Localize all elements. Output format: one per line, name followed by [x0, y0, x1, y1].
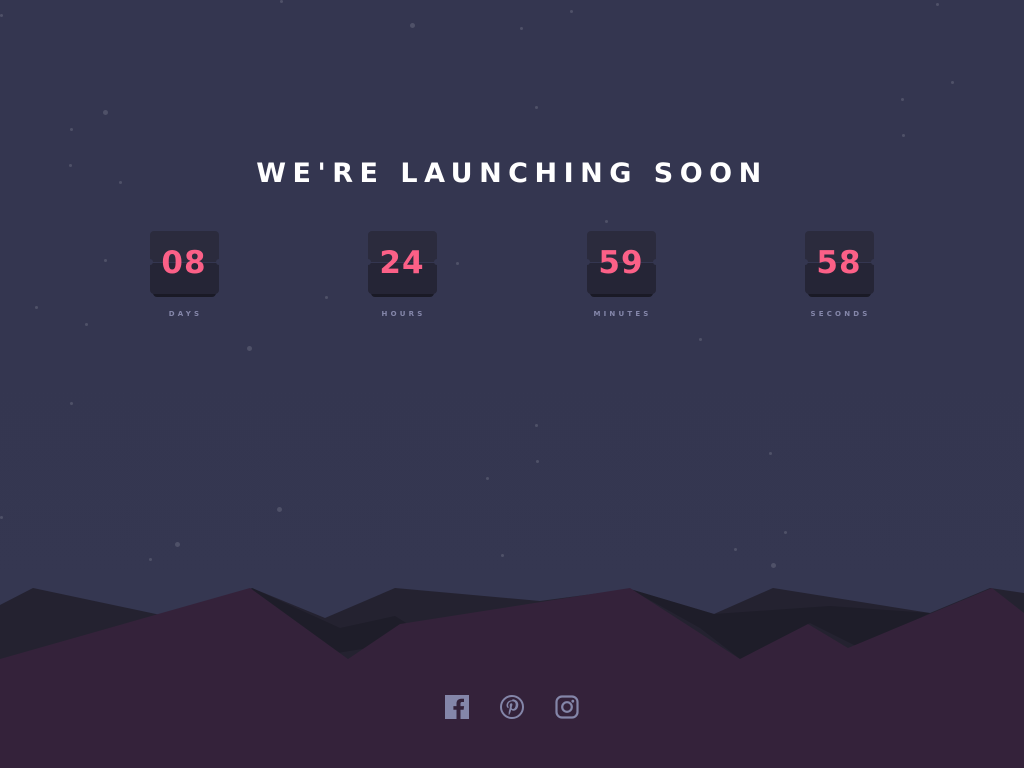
- star: [70, 402, 73, 405]
- star: [280, 0, 283, 3]
- facebook-link[interactable]: [445, 695, 469, 719]
- instagram-link[interactable]: [555, 695, 579, 719]
- star: [104, 259, 107, 262]
- star: [70, 128, 73, 131]
- hills-illustration: [0, 588, 1024, 768]
- star: [277, 507, 282, 512]
- facebook-icon: [445, 695, 469, 719]
- star: [520, 27, 523, 30]
- star: [734, 548, 737, 551]
- star: [536, 460, 539, 463]
- seconds-value: 58: [816, 245, 862, 281]
- star: [325, 296, 328, 299]
- star: [535, 106, 538, 109]
- star: [85, 323, 88, 326]
- hours-value: 24: [379, 245, 425, 281]
- star: [149, 558, 152, 561]
- countdown-days: 08 DAYS: [129, 231, 239, 318]
- seconds-label: SECONDS: [810, 310, 871, 318]
- flip-card: 24: [364, 231, 440, 297]
- minutes-label: MINUTES: [593, 310, 652, 318]
- star: [951, 81, 954, 84]
- star: [103, 110, 108, 115]
- star: [175, 542, 180, 547]
- star: [902, 134, 905, 137]
- days-value: 08: [161, 245, 207, 281]
- star: [570, 10, 573, 13]
- social-links: [0, 695, 1024, 719]
- countdown-hours: 24 HOURS: [347, 231, 457, 318]
- star: [0, 516, 3, 519]
- star: [535, 424, 538, 427]
- star: [769, 452, 772, 455]
- hours-label: HOURS: [381, 310, 426, 318]
- star: [771, 563, 776, 568]
- star: [699, 338, 702, 341]
- flip-card: 58: [801, 231, 877, 297]
- star: [605, 220, 608, 223]
- countdown-seconds: 58 SECONDS: [784, 231, 894, 318]
- launch-page: WE'RE LAUNCHING SOON 08 DAYS 24 HOURS 59…: [0, 0, 1024, 768]
- flip-card: 08: [146, 231, 222, 297]
- page-title: WE'RE LAUNCHING SOON: [256, 158, 768, 189]
- days-label: DAYS: [168, 310, 203, 318]
- pinterest-icon: [500, 695, 524, 719]
- star: [35, 306, 38, 309]
- star: [901, 98, 904, 101]
- star: [410, 23, 415, 28]
- star: [501, 554, 504, 557]
- star: [0, 14, 3, 17]
- flip-card: 59: [583, 231, 659, 297]
- minutes-value: 59: [598, 245, 644, 281]
- star: [486, 477, 489, 480]
- pinterest-link[interactable]: [500, 695, 524, 719]
- star: [784, 531, 787, 534]
- countdown-minutes: 59 MINUTES: [566, 231, 676, 318]
- star: [247, 346, 252, 351]
- star: [936, 3, 939, 6]
- instagram-icon: [555, 695, 579, 719]
